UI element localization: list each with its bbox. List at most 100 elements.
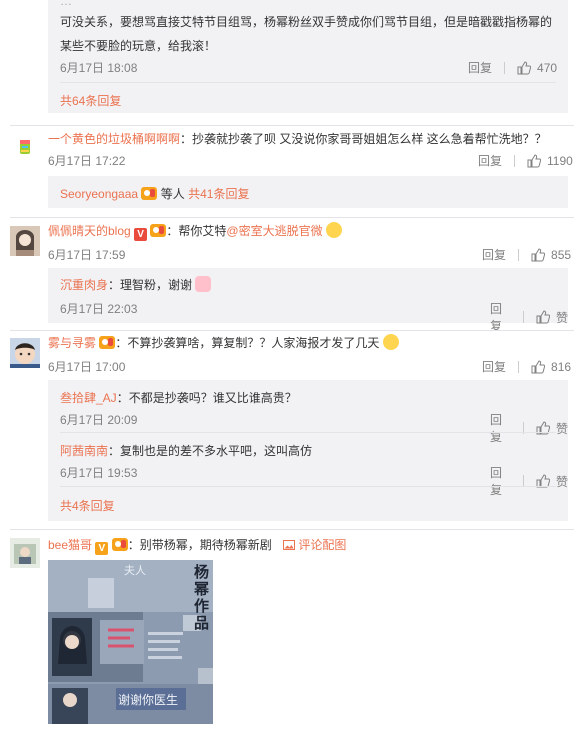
vip-badge-icon: V	[134, 228, 148, 241]
image-text: 杨幂作品	[194, 563, 210, 632]
username[interactable]: Seoryeongaaa	[60, 187, 138, 201]
comment-actions: 回复 855	[482, 246, 571, 263]
fan-badge-icon	[111, 538, 128, 551]
username[interactable]: 一个黄色的垃圾桶啊啊啊	[48, 132, 180, 146]
reply-preview: Seoryeongaaa 等人 共41条回复	[60, 185, 249, 202]
username[interactable]: 沉重肉身	[60, 278, 108, 292]
comment-picture-label[interactable]: 评论配图	[298, 538, 346, 552]
more-replies-link[interactable]: 共64条回复	[60, 92, 121, 109]
thumb-up-icon[interactable]	[517, 60, 532, 75]
reply-text-cutoff: …	[60, 0, 72, 8]
divider	[523, 311, 524, 323]
reply-line: 叁拾肆_AJ：不都是抄袭吗？谁又比谁高贵？	[60, 389, 297, 406]
emoji-icon	[382, 334, 399, 350]
comment-actions: 回复 1190	[478, 152, 573, 169]
username[interactable]: bee猫哥	[48, 538, 92, 552]
divider	[10, 217, 574, 218]
comment-text: ：抄袭就抄袭了呗 又没说你家哥哥姐姐怎么样 这么急着帮忙洗地？？	[180, 132, 547, 146]
reply-button[interactable]: 回复	[490, 411, 511, 445]
like-count[interactable]: 1190	[547, 154, 573, 168]
reply-button[interactable]: 回复	[490, 300, 511, 334]
reply-actions: 回复 赞	[490, 464, 568, 498]
divider	[60, 82, 556, 83]
comment-line: 一个黄色的垃圾桶啊啊啊：抄袭就抄袭了呗 又没说你家哥哥姐姐怎么样 这么急着帮忙洗…	[48, 130, 547, 147]
reply-date: 6月17日 19:53	[60, 466, 138, 480]
reply-button[interactable]: 回复	[478, 152, 502, 169]
divider	[60, 432, 556, 433]
comment-text: ：不算抄袭算啥，算复制？？人家海报才发了几天	[115, 336, 380, 350]
emoji-icon	[325, 222, 342, 238]
comment-actions: 回复 816	[482, 358, 571, 375]
divider	[518, 360, 520, 373]
comment-text: ：别带杨幂，期待杨幂新剧	[127, 538, 272, 552]
mention-link[interactable]: @密室大逃脱官微	[226, 224, 322, 238]
picture-icon	[283, 540, 296, 550]
avatar[interactable]	[10, 538, 40, 568]
comment-picture-link[interactable]: 评论配图	[283, 538, 346, 552]
reply-thread-panel: 叁拾肆_AJ：不都是抄袭吗？谁又比谁高贵？ 6月17日 20:09 回复 赞 阿…	[48, 380, 568, 521]
reply-button[interactable]: 回复	[482, 246, 506, 263]
reply-date: 6月17日 22:03	[60, 302, 138, 316]
thumb-up-icon[interactable]	[536, 310, 550, 324]
fan-badge-icon	[99, 336, 116, 349]
like-button[interactable]: 赞	[556, 473, 568, 490]
vip-badge-icon: V	[95, 542, 109, 555]
reply-date: 6月17日 18:08	[60, 61, 138, 75]
divider	[10, 125, 574, 126]
avatar[interactable]	[10, 226, 40, 256]
reply-text-line: 某些不要脸的玩意，给我滚！	[60, 39, 217, 53]
reply-line: 沉重肉身：理智粉，谢谢	[60, 276, 212, 293]
comment-date: 6月17日 17:00	[48, 360, 126, 374]
reply-actions: 回复 赞	[490, 300, 568, 334]
username[interactable]: 佩佩晴天的blog	[48, 224, 131, 238]
fan-badge-icon	[141, 187, 158, 200]
comment-date: 6月17日 17:59	[48, 248, 126, 262]
like-count[interactable]: 816	[551, 360, 571, 374]
reply-preview-text: 等人	[160, 187, 185, 201]
like-button[interactable]: 赞	[556, 309, 568, 326]
comment-feed: … 可没关系，要想骂直接艾特节目组骂，杨幂粉丝双手赞成你们骂节目组，但是暗戳戳指…	[10, 0, 574, 724]
comment-image[interactable]: 夫人 杨幂作品 谢谢你医生	[48, 560, 213, 724]
image-text: 夫人	[124, 564, 146, 577]
avatar[interactable]	[10, 338, 40, 368]
reply-text-line: 可没关系，要想骂直接艾特节目组骂，杨幂粉丝双手赞成你们骂节目组，但是暗戳戳指杨幂…	[60, 15, 553, 29]
reply-text: ：复制也是的差不多水平吧，这叫高仿	[108, 444, 313, 458]
reply-actions: 回复 470	[468, 59, 557, 76]
like-count[interactable]: 855	[551, 248, 571, 262]
more-replies-link[interactable]: 共4条回复	[60, 497, 115, 514]
thumb-up-icon[interactable]	[531, 359, 546, 374]
comment-line: bee猫哥 V ：别带杨幂，期待杨幂新剧 评论配图	[48, 536, 346, 555]
username[interactable]: 雾与寻雾	[48, 336, 96, 350]
divider	[518, 248, 520, 261]
comment-date: 6月17日 17:22	[48, 154, 126, 168]
divider	[10, 529, 574, 530]
comment-line: 雾与寻雾 ：不算抄袭算啥，算复制？？人家海报才发了几天	[48, 334, 399, 351]
reply-preview-panel: Seoryeongaaa 等人 共41条回复	[48, 176, 568, 208]
like-button[interactable]: 赞	[556, 420, 568, 437]
username[interactable]: 叁拾肆_AJ	[60, 391, 117, 405]
reply-button[interactable]: 回复	[482, 358, 506, 375]
emoji-icon	[195, 276, 212, 292]
divider	[60, 486, 556, 487]
thumb-up-icon[interactable]	[527, 153, 542, 168]
reply-thread-panel: 沉重肉身：理智粉，谢谢 6月17日 22:03 回复 赞	[48, 268, 568, 333]
reply-date: 6月17日 20:09	[60, 413, 138, 427]
comment-text: ：帮你艾特	[166, 224, 227, 238]
reply-button[interactable]: 回复	[490, 464, 511, 498]
reply-thread-panel: … 可没关系，要想骂直接艾特节目组骂，杨幂粉丝双手赞成你们骂节目组，但是暗戳戳指…	[48, 0, 568, 113]
reply-actions: 回复 赞	[490, 411, 568, 445]
divider	[504, 61, 506, 74]
reply-text: ：不都是抄袭吗？谁又比谁高贵？	[116, 391, 297, 405]
reply-text: ：理智粉，谢谢	[108, 278, 193, 292]
divider	[10, 330, 574, 331]
like-count[interactable]: 470	[537, 61, 557, 75]
reply-line: 阿茜南南：复制也是的差不多水平吧，这叫高仿	[60, 442, 312, 459]
username[interactable]: 阿茜南南	[60, 444, 108, 458]
comment-line: 佩佩晴天的blog V ：帮你艾特@密室大逃脱官微	[48, 222, 342, 241]
avatar[interactable]	[10, 132, 40, 162]
divider	[514, 154, 516, 167]
fan-badge-icon	[150, 224, 167, 237]
more-replies-link[interactable]: 共41条回复	[188, 187, 249, 201]
reply-button[interactable]: 回复	[468, 59, 492, 76]
thumb-up-icon[interactable]	[531, 247, 546, 262]
